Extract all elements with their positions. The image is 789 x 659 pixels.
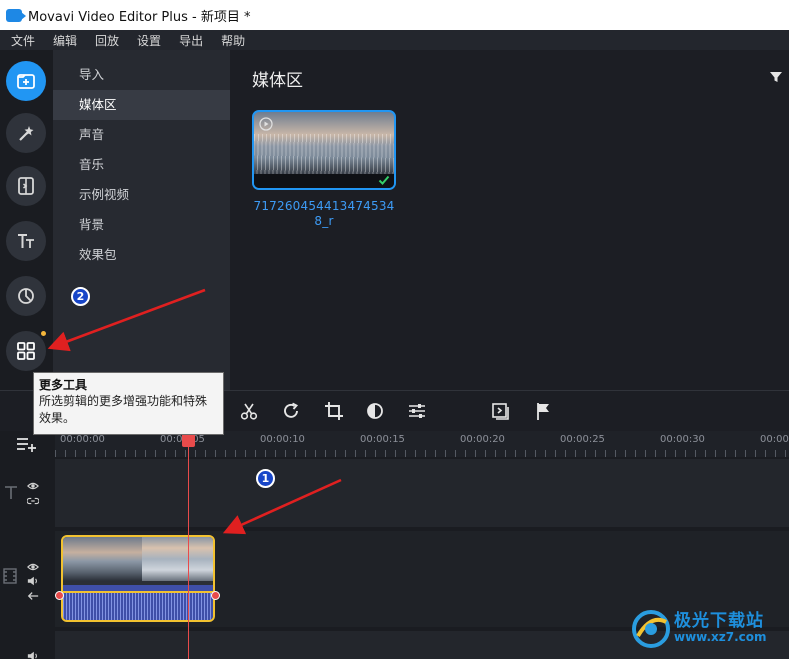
rotate-button[interactable] [281, 401, 301, 421]
clip-properties-button[interactable] [407, 401, 427, 421]
category-sample-videos[interactable]: 示例视频 [53, 180, 230, 210]
fade-in-handle[interactable] [55, 591, 64, 600]
video-clip[interactable] [61, 535, 215, 622]
tick-label: 00:00:10 [260, 434, 305, 445]
more-tools-button[interactable] [6, 331, 46, 371]
category-import[interactable]: 导入 [53, 60, 230, 90]
tick-label: 00:00:30 [660, 434, 705, 445]
sticker-icon [18, 288, 34, 304]
category-media-bin[interactable]: 媒体区 [53, 90, 230, 120]
category-panel: 导入 媒体区 声音 音乐 示例视频 背景 效果包 [53, 50, 230, 390]
menu-playback[interactable]: 回放 [95, 32, 119, 49]
title-bar: Movavi Video Editor Plus - 新项目 * [0, 0, 789, 30]
menu-export[interactable]: 导出 [179, 32, 203, 49]
export-clip-button[interactable] [491, 401, 511, 421]
menu-settings[interactable]: 设置 [137, 32, 161, 49]
tool-rail [0, 50, 53, 390]
category-backgrounds[interactable]: 背景 [53, 210, 230, 240]
thumbnail-image [254, 134, 394, 179]
checkmark-icon [378, 175, 390, 185]
window-title: Movavi Video Editor Plus - 新项目 * [28, 9, 251, 25]
tick-label: 00:00:20 [460, 434, 505, 445]
export-clip-icon [492, 403, 509, 420]
color-adjust-icon [367, 403, 383, 419]
transition-icon [18, 177, 34, 195]
playhead-line[interactable] [188, 440, 189, 659]
waveform [63, 591, 213, 620]
cut-button[interactable] [239, 401, 259, 421]
play-icon [259, 117, 273, 131]
watermark-url: www.xz7.com [674, 630, 767, 644]
annotation-marker-1: 1 [256, 469, 275, 488]
filter-icon[interactable] [769, 70, 783, 84]
audio-volume-icon[interactable] [27, 647, 39, 659]
titles-icon [18, 234, 34, 248]
menu-help[interactable]: 帮助 [221, 32, 245, 49]
eye-icon[interactable] [27, 477, 39, 490]
watermark-text: 极光下载站 [674, 611, 764, 631]
tooltip-title: 更多工具 [39, 378, 88, 392]
clip-audio-waveform [63, 585, 213, 620]
grid-icon [17, 342, 35, 360]
title-track[interactable] [55, 459, 789, 527]
volume-line[interactable] [63, 591, 213, 593]
titles-button[interactable] [6, 221, 46, 261]
category-sounds[interactable]: 声音 [53, 120, 230, 150]
media-bin: 媒体区 7172604544134745348_r [230, 50, 789, 390]
playhead-handle[interactable] [182, 433, 195, 447]
cut-icon [240, 403, 258, 420]
notification-dot [41, 331, 46, 336]
title-track-icon [4, 484, 18, 499]
tick-label: 00:00:25 [560, 434, 605, 445]
movavi-app-icon [6, 8, 26, 22]
detach-audio-icon[interactable] [27, 587, 39, 600]
menu-bar: 文件 编辑 回放 设置 导出 帮助 [0, 30, 789, 50]
add-track-button[interactable] [16, 435, 38, 453]
magic-wand-icon [19, 126, 34, 141]
media-bin-title: 媒体区 [252, 71, 303, 91]
settings-sliders-icon [409, 404, 425, 418]
media-filename: 7172604544134745348_r [253, 199, 395, 228]
annotation-marker-2: 2 [71, 287, 90, 306]
media-thumbnail[interactable] [252, 110, 396, 190]
volume-icon[interactable] [27, 572, 39, 586]
crop-button[interactable] [324, 401, 344, 421]
video-eye-icon[interactable] [27, 558, 39, 571]
tick-label: 00:00:15 [360, 434, 405, 445]
add-track-icon [17, 438, 36, 452]
fade-out-handle[interactable] [211, 591, 220, 600]
more-tools-tooltip: 更多工具 所选剪辑的更多增强功能和特殊效果。 [33, 372, 224, 435]
menu-file[interactable]: 文件 [11, 32, 35, 49]
watermark-logo [632, 610, 670, 648]
video-track-icon [3, 568, 17, 584]
watermark: 极光下载站 www.xz7.com [630, 606, 785, 654]
tooltip-body: 所选剪辑的更多增强功能和特殊效果。 [39, 394, 208, 425]
import-icon [17, 74, 35, 89]
category-effect-packs[interactable]: 效果包 [53, 240, 230, 270]
transitions-button[interactable] [6, 166, 46, 206]
thumbnail-crowd [254, 174, 394, 188]
tick-label: 00:00:00 [60, 434, 105, 445]
stickers-button[interactable] [6, 276, 46, 316]
ruler-ticks [55, 450, 789, 457]
add-marker-button[interactable] [534, 401, 554, 421]
menu-edit[interactable]: 编辑 [53, 32, 77, 49]
clip-video-frames [63, 537, 213, 581]
filters-button[interactable] [6, 113, 46, 153]
app-window: Movavi Video Editor Plus - 新项目 * 文件 编辑 回… [0, 0, 789, 659]
marker-flag-icon [537, 403, 549, 420]
link-icon[interactable] [26, 492, 40, 505]
clip-frame [142, 537, 213, 581]
color-adjust-button[interactable] [365, 401, 385, 421]
import-button[interactable] [6, 61, 46, 101]
category-music[interactable]: 音乐 [53, 150, 230, 180]
track-headers [0, 431, 55, 659]
rotate-icon [284, 402, 299, 418]
tick-label: 00:00:3 [760, 434, 789, 445]
crop-icon [325, 402, 343, 420]
